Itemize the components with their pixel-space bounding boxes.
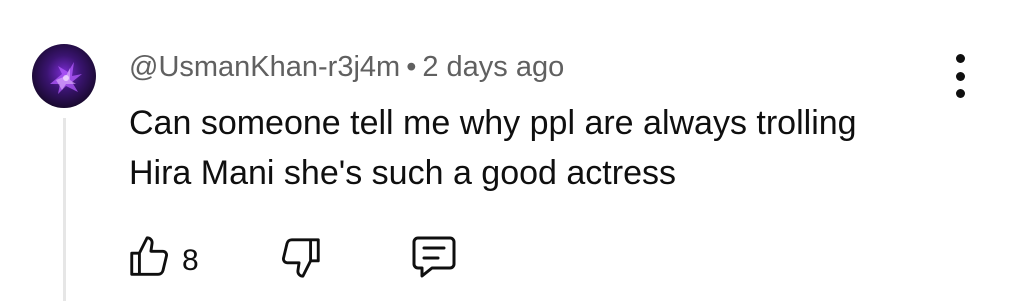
dislike-button[interactable] (278, 234, 324, 280)
vertical-ellipsis-icon (955, 71, 965, 81)
vertical-ellipsis-icon (955, 54, 965, 63)
comment-bubble-icon (412, 236, 456, 278)
thread-line (63, 118, 66, 301)
comment-timestamp[interactable]: 2 days ago (422, 51, 564, 83)
like-button[interactable]: 8 (126, 234, 199, 280)
more-options-button[interactable] (944, 54, 976, 98)
like-count: 8 (182, 244, 199, 277)
author-handle[interactable]: @UsmanKhan-r3j4m (129, 51, 400, 83)
avatar-image (32, 44, 96, 108)
reply-button[interactable] (410, 234, 458, 280)
vertical-ellipsis-icon (955, 89, 965, 98)
thumbs-down-icon (282, 238, 320, 278)
comment-meta: @UsmanKhan-r3j4m • 2 days ago (129, 48, 564, 86)
comment-card: @UsmanKhan-r3j4m • 2 days ago Can someone … (0, 0, 1024, 301)
avatar[interactable] (32, 44, 96, 108)
thumbs-up-icon (130, 236, 168, 276)
comment-text: Can someone tell me why ppl are always t… (129, 98, 949, 198)
comment-text-line: Can someone tell me why ppl are always t… (129, 104, 857, 142)
comment-text-line: Hira Mani she's such a good actress (129, 154, 676, 192)
meta-separator: • (406, 51, 417, 83)
